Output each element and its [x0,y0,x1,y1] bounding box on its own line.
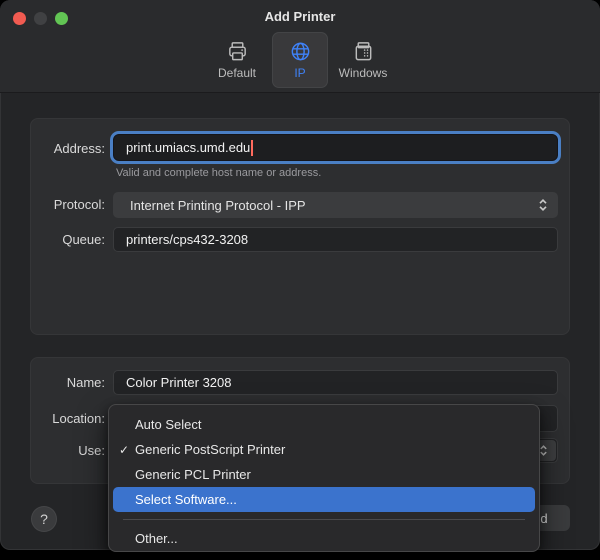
queue-input[interactable]: printers/cps432-3208 [113,227,558,252]
connection-groupbox: Address: print.umiacs.umd.edu Valid and … [30,118,570,335]
windows-printer-icon [352,40,375,63]
menu-item-generic-pcl[interactable]: Generic PCL Printer [113,462,535,487]
window-chrome: Add Printer Default [0,0,600,93]
tab-ip-label: IP [294,66,305,80]
menu-item-label: Generic PostScript Printer [135,442,285,457]
name-value: Color Printer 3208 [126,375,232,390]
tab-default[interactable]: Default [209,32,265,88]
printer-icon [226,40,249,63]
menu-separator [123,519,525,520]
titlebar: Add Printer [0,0,600,30]
screen: Add Printer Default [0,0,600,560]
menu-item-label: Generic PCL Printer [135,467,251,482]
text-caret [251,140,253,156]
use-label: Use: [31,438,105,463]
address-input[interactable]: print.umiacs.umd.edu [113,134,558,161]
menu-item-select-software[interactable]: Select Software... [113,487,535,512]
queue-label: Queue: [31,227,105,252]
name-input[interactable]: Color Printer 3208 [113,370,558,395]
protocol-value: Internet Printing Protocol - IPP [130,198,306,213]
address-label: Address: [31,134,105,163]
use-dropdown-menu: Auto Select ✓ Generic PostScript Printer… [108,404,540,552]
menu-item-label: Other... [135,531,178,546]
help-button[interactable]: ? [31,506,57,532]
tab-ip[interactable]: IP [272,32,328,88]
menu-item-label: Auto Select [135,417,202,432]
toolbar: Default IP [0,32,600,88]
menu-item-auto-select[interactable]: Auto Select [113,412,535,437]
queue-value: printers/cps432-3208 [126,232,248,247]
tab-windows-label: Windows [339,66,388,80]
menu-item-other[interactable]: Other... [113,526,535,551]
globe-icon [289,40,312,63]
checkmark-icon: ✓ [119,443,135,457]
protocol-select[interactable]: Internet Printing Protocol - IPP [113,192,558,218]
tab-windows[interactable]: Windows [335,32,391,88]
name-label: Name: [31,370,105,395]
address-value: print.umiacs.umd.edu [126,140,250,155]
window-title: Add Printer [0,0,600,33]
tab-default-label: Default [218,66,256,80]
protocol-label: Protocol: [31,192,105,218]
menu-item-label: Select Software... [135,492,237,507]
address-hint: Valid and complete host name or address. [116,167,321,179]
location-label: Location: [31,405,105,432]
menu-item-generic-postscript[interactable]: ✓ Generic PostScript Printer [113,437,535,462]
chevron-up-down-icon [538,198,548,215]
